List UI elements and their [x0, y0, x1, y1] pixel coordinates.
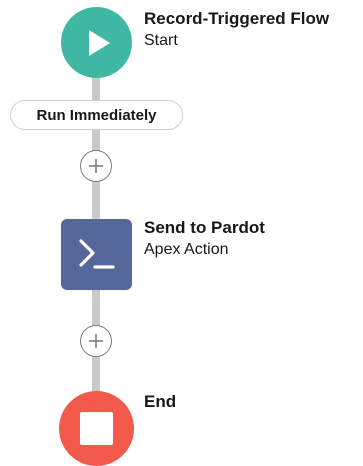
action-node-title: Send to Pardot [144, 218, 265, 237]
add-circle-icon [89, 334, 103, 348]
action-node[interactable] [61, 219, 132, 290]
add-element-button[interactable] [80, 325, 112, 357]
end-node[interactable] [59, 391, 134, 466]
add-element-button[interactable] [80, 150, 112, 182]
start-node-subtitle: Start [144, 32, 178, 49]
start-node[interactable] [61, 7, 132, 78]
add-circle-icon [89, 159, 103, 173]
stop-icon [80, 412, 113, 445]
play-icon [88, 29, 110, 56]
start-node-title: Record-Triggered Flow [144, 9, 330, 28]
action-node-subtitle: Apex Action [144, 241, 229, 258]
flow-connector-start [92, 76, 100, 102]
end-node-title: End [144, 392, 177, 411]
terminal-prompt-icon [78, 238, 115, 269]
run-immediately-path[interactable]: Run Immediately [10, 100, 183, 130]
